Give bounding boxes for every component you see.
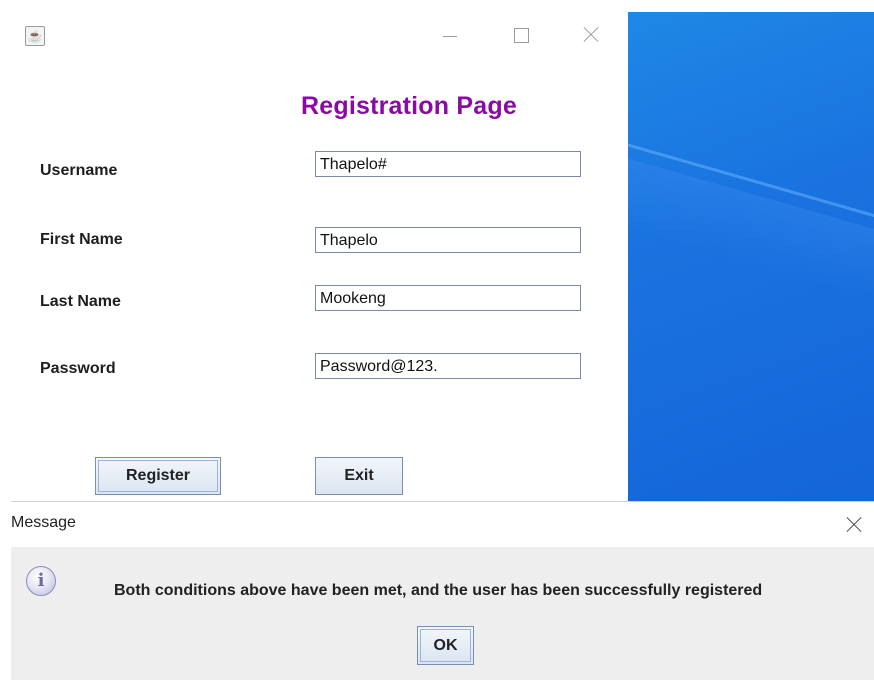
dialog-titlebar: Message	[11, 502, 874, 547]
page-title: Registration Page	[301, 92, 517, 120]
last-name-field[interactable]	[315, 285, 581, 311]
password-label: Password	[40, 360, 116, 377]
message-dialog: Message i Both conditions above have bee…	[11, 501, 874, 680]
dialog-message: Both conditions above have been met, and…	[114, 582, 763, 599]
close-button[interactable]	[577, 22, 605, 48]
last-name-label: Last Name	[40, 293, 121, 310]
ok-button[interactable]: OK	[417, 626, 474, 665]
exit-button[interactable]: Exit	[315, 457, 403, 495]
dialog-title: Message	[11, 514, 76, 531]
desktop-light-beam	[628, 147, 874, 325]
first-name-field[interactable]	[315, 227, 581, 253]
information-icon: i	[26, 566, 56, 596]
first-name-label: First Name	[40, 231, 123, 248]
username-label: Username	[40, 162, 118, 179]
desktop-background	[628, 12, 874, 501]
dialog-close-icon[interactable]	[843, 514, 865, 536]
registration-window: ☕ Registration Page Username First Name …	[11, 12, 628, 501]
username-field[interactable]	[315, 151, 581, 177]
register-button[interactable]: Register	[95, 457, 221, 495]
java-cup-icon: ☕	[25, 26, 45, 46]
minimize-button[interactable]	[435, 22, 463, 48]
maximize-button[interactable]	[507, 22, 535, 48]
window-titlebar: ☕	[11, 12, 628, 58]
password-field[interactable]	[315, 353, 581, 379]
